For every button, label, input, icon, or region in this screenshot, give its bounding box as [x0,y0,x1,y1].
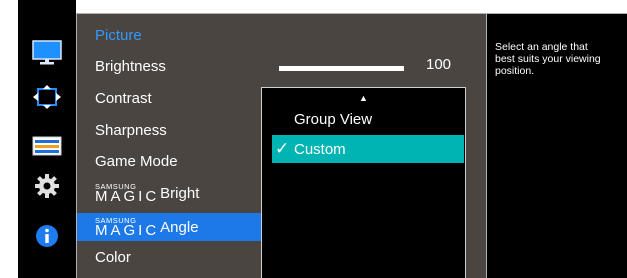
menu-item-label: Game Mode [95,152,178,170]
system-icon[interactable] [18,128,76,164]
samsung-magic-logo: SAMSUNG MAGIC [95,216,160,239]
information-icon[interactable] [18,218,76,254]
description-panel: Select an angle that best suits your vie… [487,13,627,278]
menu-item-game-mode[interactable]: Game Mode [77,147,263,175]
picture-menu-panel: Picture Brightness Contrast Sharpness Ga… [76,13,487,278]
menu-item-brightness[interactable]: Brightness [77,52,263,80]
menu-item-sharpness[interactable]: Sharpness [77,116,263,144]
option-label: Custom [294,140,346,158]
menu-item-label: Sharpness [95,121,167,139]
option-custom[interactable]: ✓ Custom [272,135,464,163]
menu-item-magic-angle[interactable]: SAMSUNG MAGIC Angle [77,213,263,241]
menu-item-color[interactable]: Color [77,243,263,271]
magic-angle-dropdown: ▲ Group View ✓ Custom [261,87,466,278]
brightness-value: 100 [426,56,452,73]
samsung-magic-logo: SAMSUNG MAGIC [95,182,160,205]
menu-item-label: Angle [160,218,199,236]
menu-item-label: Brightness [95,57,166,75]
description-text: Select an angle that best suits your vie… [495,41,601,77]
settings-gear-icon[interactable] [18,168,76,204]
option-group-view[interactable]: Group View [272,105,464,133]
menu-item-magic-bright[interactable]: SAMSUNG MAGIC Bright [77,179,263,207]
menu-item-label: Bright [160,184,200,202]
scroll-up-arrow-icon[interactable]: ▲ [262,93,465,103]
menu-category-title: Picture [95,26,142,44]
menu-item-contrast[interactable]: Contrast [77,84,263,112]
menu-item-label: Color [95,248,131,266]
onscreen-display-icon[interactable] [18,79,76,115]
picture-icon[interactable] [18,35,76,71]
monitor-osd: Picture Brightness Contrast Sharpness Ga… [0,0,627,278]
option-label: Group View [294,110,373,128]
menu-item-label: Contrast [95,89,152,107]
checkmark-icon: ✓ [275,139,290,158]
category-icon-strip [18,0,76,278]
brightness-level-bar[interactable] [279,66,404,71]
